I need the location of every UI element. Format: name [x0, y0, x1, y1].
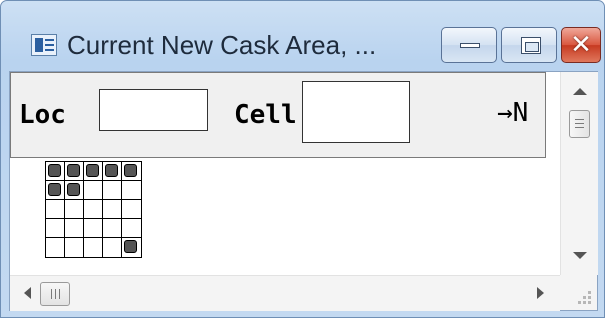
scroll-down-arrow-icon[interactable]	[573, 252, 587, 259]
grid-cell[interactable]	[122, 200, 141, 219]
grid-cell[interactable]	[84, 181, 103, 200]
grid-cell[interactable]	[65, 162, 84, 181]
cask-marker[interactable]	[48, 183, 61, 196]
app-window-icon[interactable]	[31, 34, 57, 56]
maximize-button[interactable]	[501, 27, 557, 63]
grid-cell[interactable]	[103, 219, 122, 238]
grid-cell[interactable]	[46, 238, 65, 257]
grid-cell[interactable]	[122, 219, 141, 238]
grid-cell[interactable]	[103, 181, 122, 200]
cask-marker[interactable]	[67, 164, 80, 177]
grid-cell[interactable]	[46, 162, 65, 181]
loc-label: Loc	[19, 100, 66, 130]
grid-cell[interactable]	[46, 219, 65, 238]
client-area: Loc Cell →N	[9, 71, 598, 311]
close-button[interactable]: ✕	[561, 27, 601, 63]
grid-cell[interactable]	[84, 200, 103, 219]
vertical-scroll-thumb[interactable]	[569, 110, 590, 138]
cask-marker[interactable]	[67, 183, 80, 196]
horizontal-scroll-thumb[interactable]	[40, 282, 70, 306]
grid-cell[interactable]	[84, 162, 103, 181]
grid-cell[interactable]	[65, 219, 84, 238]
grid-cell[interactable]	[65, 238, 84, 257]
cask-marker[interactable]	[48, 164, 61, 177]
scroll-up-arrow-icon[interactable]	[573, 88, 587, 95]
cask-marker[interactable]	[105, 164, 118, 177]
scroll-right-arrow-icon[interactable]	[537, 287, 544, 299]
close-icon: ✕	[570, 30, 592, 60]
cask-marker[interactable]	[124, 164, 137, 177]
grid-cell[interactable]	[46, 181, 65, 200]
window-title: Current New Cask Area, ...	[67, 30, 377, 60]
horizontal-scrollbar[interactable]	[10, 275, 560, 311]
cell-field[interactable]	[302, 81, 410, 143]
loc-input[interactable]	[100, 90, 207, 130]
cask-grid	[45, 161, 142, 258]
resize-grip-icon[interactable]	[560, 275, 597, 310]
grid-cell[interactable]	[122, 238, 141, 257]
grid-cell[interactable]	[103, 162, 122, 181]
loc-field[interactable]	[99, 89, 208, 131]
location-header: Loc Cell →N	[10, 72, 546, 158]
app-window: Current New Cask Area, ... ✕ Loc Cell →N	[0, 0, 605, 318]
grid-cell[interactable]	[46, 200, 65, 219]
vertical-scrollbar[interactable]	[560, 72, 598, 275]
cask-marker[interactable]	[86, 164, 99, 177]
grid-cell[interactable]	[65, 200, 84, 219]
direction-north-label: →N	[497, 98, 529, 128]
scroll-left-arrow-icon[interactable]	[24, 287, 31, 299]
grid-cell[interactable]	[84, 238, 103, 257]
grid-cell[interactable]	[103, 200, 122, 219]
grid-cell[interactable]	[65, 181, 84, 200]
grid-cell[interactable]	[122, 181, 141, 200]
minimize-icon	[460, 43, 480, 48]
maximize-icon	[521, 37, 541, 54]
cask-marker[interactable]	[124, 240, 137, 253]
cell-input[interactable]	[303, 82, 409, 142]
cell-label: Cell	[234, 100, 297, 130]
minimize-button[interactable]	[441, 27, 497, 63]
grid-cell[interactable]	[84, 219, 103, 238]
grid-cell[interactable]	[122, 162, 141, 181]
grid-cell[interactable]	[103, 238, 122, 257]
title-bar[interactable]: Current New Cask Area, ... ✕	[1, 1, 604, 71]
